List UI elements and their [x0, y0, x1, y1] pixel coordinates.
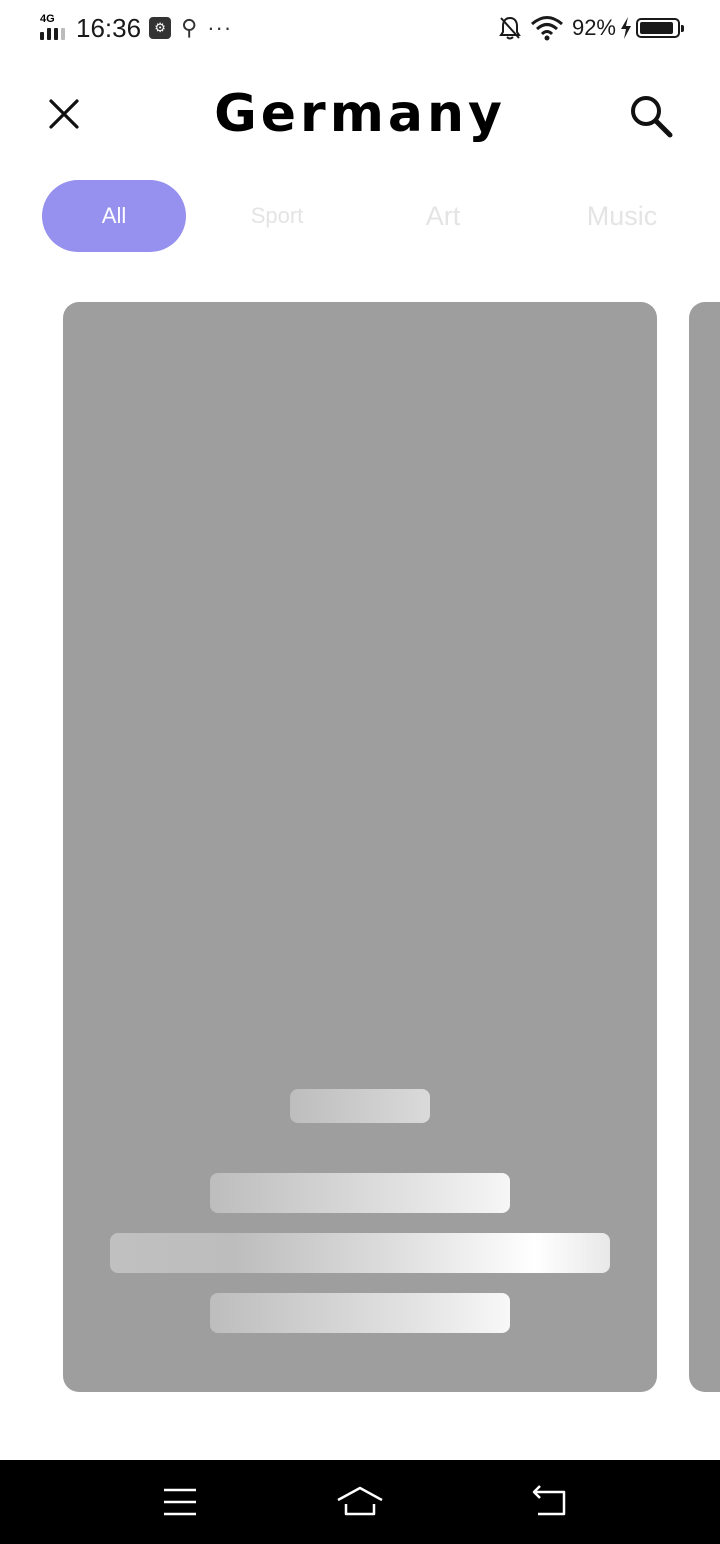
usb-icon: ⚲: [181, 15, 198, 40]
search-icon: [631, 96, 673, 138]
status-bar-right: 92%: [498, 12, 684, 44]
tab-art[interactable]: Art: [408, 180, 478, 252]
battery-percent: 92%: [571, 15, 616, 40]
loading-card[interactable]: [63, 302, 657, 1392]
usb-debug-icon: ⚙: [149, 17, 172, 39]
battery-icon: [636, 18, 684, 38]
system-nav-bar: [0, 1460, 720, 1544]
signal-icon: 4G: [38, 14, 70, 42]
wifi-icon: [530, 16, 563, 41]
skeleton-tag: [290, 1089, 430, 1123]
mute-bell-icon: [499, 16, 521, 40]
tab-music[interactable]: Music: [558, 180, 686, 252]
skeleton-line: [210, 1293, 510, 1333]
network-type: 4G: [40, 13, 55, 25]
tab-all[interactable]: All: [42, 180, 186, 252]
status-time: 16:36: [76, 12, 142, 43]
header: Germany: [0, 60, 720, 170]
status-bar-left: 4G 16:36 ⚙ ⚲ ···: [38, 12, 232, 44]
tab-sport[interactable]: Sport: [232, 180, 322, 252]
skeleton-line: [210, 1173, 510, 1213]
page-title: Germany: [214, 84, 506, 144]
next-card-peek[interactable]: [689, 302, 720, 1392]
category-tabs: All Sport Art Music: [42, 180, 682, 252]
search-button[interactable]: [626, 92, 676, 142]
menu-icon[interactable]: [156, 1478, 204, 1526]
status-bar: 4G 16:36 ⚙ ⚲ ··· 92%: [0, 0, 720, 56]
back-icon[interactable]: [526, 1478, 574, 1526]
charging-icon: [621, 17, 631, 39]
home-icon[interactable]: [336, 1478, 384, 1526]
skeleton-line: [110, 1233, 610, 1273]
more-icon: ···: [207, 15, 233, 40]
